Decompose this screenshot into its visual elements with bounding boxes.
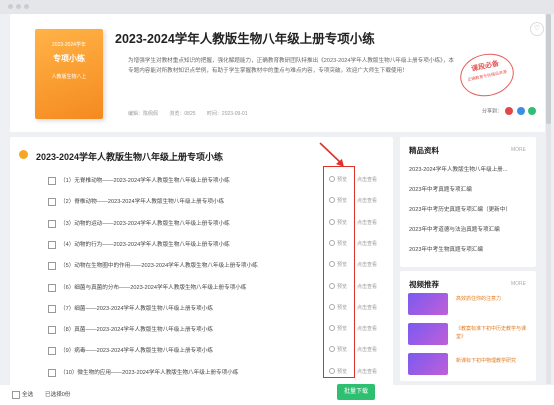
featured-more-link[interactable]: MORE xyxy=(511,147,526,153)
list-heading-icon xyxy=(19,150,28,159)
view-link[interactable]: 点击查看 xyxy=(357,304,377,311)
video-thumbnail[interactable] xyxy=(408,353,448,375)
featured-item[interactable]: 2023年中考生物真题专项汇编 xyxy=(409,245,531,253)
arrow-annotation-icon xyxy=(319,142,344,167)
item-title[interactable]: （8）真菌——2023-2024学年人教版生物八年级上册专项小练 xyxy=(60,325,213,333)
views-text: 浏览：0825 xyxy=(169,111,196,117)
item-title[interactable]: （2）脊椎动物——2023-2024学年人教版生物八年级上册专项小练 xyxy=(60,197,224,205)
item-checkbox[interactable] xyxy=(48,177,56,185)
view-link[interactable]: 点击查看 xyxy=(357,176,377,183)
resource-header: 2023-2024学年 专项小练 人教版生物八上 2023-2024学年人教版生… xyxy=(10,14,545,132)
item-checkbox[interactable] xyxy=(48,240,56,249)
item-title[interactable]: （3）动物的运动——2023-2024学年人教版生物八年级上册专项小练 xyxy=(60,219,230,227)
featured-item[interactable]: 2023年中考历史真题专项汇编（更新中） xyxy=(409,205,531,213)
scrollbar-thumb[interactable] xyxy=(546,14,551,124)
item-checkbox[interactable] xyxy=(48,283,56,292)
view-link[interactable]: 点击查看 xyxy=(357,368,377,375)
bottom-toolbar: 全选 已选择0份 批量下载 xyxy=(0,384,554,405)
select-all-label[interactable]: 全选 xyxy=(22,390,33,398)
featured-item[interactable]: 2023年中考道德与法治真题专项汇编 xyxy=(409,225,531,233)
select-all-checkbox[interactable] xyxy=(12,391,20,399)
item-title[interactable]: （5）动物在生物圈中的作用——2023-2024学年人教版生物八年级上册专项小练 xyxy=(60,261,258,269)
video-title[interactable]: 新课标下初中物理教学研究 xyxy=(456,357,532,365)
item-title[interactable]: （1）无脊椎动物——2023-2024学年人教版生物八年级上册专项小练 xyxy=(60,176,230,184)
item-checkbox[interactable] xyxy=(48,326,56,335)
date-text: 时间：2023-09-01 xyxy=(206,111,248,117)
item-title[interactable]: （9）病毒——2023-2024学年人教版生物八年级上册专项小练 xyxy=(60,346,213,354)
view-link[interactable]: 点击查看 xyxy=(357,283,377,290)
author-text: 编辑：陈佩佩 xyxy=(128,111,159,117)
view-link[interactable]: 点击查看 xyxy=(357,219,377,226)
quality-stamp: 课段必备 正确教育专供精品资源 xyxy=(456,48,518,102)
item-checkbox[interactable] xyxy=(48,219,56,228)
cover-line-1: 2023-2024学年 xyxy=(52,42,86,48)
item-title[interactable]: （10）微生物的应用——2023-2024学年人教版生物八年级上册专项小练 xyxy=(60,368,238,376)
resource-meta: 编辑：陈佩佩 浏览：0825 时间：2023-09-01 xyxy=(128,110,258,117)
item-title[interactable]: （4）动物的行为——2023-2024学年人教版生物八年级上册专项小练 xyxy=(60,240,230,248)
list-heading: 2023-2024学年人教版生物八年级上册专项小练 xyxy=(36,152,224,162)
share-bar: 分享到： xyxy=(482,107,537,115)
view-link[interactable]: 点击查看 xyxy=(357,261,377,268)
resource-description: 为增强学生对教材重点知识的把握，强化解题能力，正确教育教研团队特推出《2023-… xyxy=(128,58,455,74)
scrollbar[interactable] xyxy=(546,14,551,384)
page-title: 2023-2024学年人教版生物八年级上册专项小练 xyxy=(115,32,375,46)
video-thumbnail[interactable] xyxy=(408,293,448,315)
featured-item[interactable]: 2023年中考真题专项汇编 xyxy=(409,185,531,193)
view-link[interactable]: 点击查看 xyxy=(357,197,377,204)
cover-line-2: 专项小练 xyxy=(53,54,85,63)
view-link[interactable]: 点击查看 xyxy=(357,240,377,247)
item-checkbox[interactable] xyxy=(48,347,56,356)
highlight-box xyxy=(323,166,355,378)
featured-item[interactable]: 2023-2024学年人教版生物八年级上册... xyxy=(409,165,531,173)
item-checkbox[interactable] xyxy=(48,262,56,271)
video-thumbnail[interactable] xyxy=(408,323,448,345)
video-more-link[interactable]: MORE xyxy=(511,281,526,287)
view-link[interactable]: 点击查看 xyxy=(357,325,377,332)
item-checkbox[interactable] xyxy=(48,304,56,313)
wechat-icon[interactable] xyxy=(528,107,537,115)
window-dot-icon xyxy=(24,4,29,9)
weibo-icon[interactable] xyxy=(505,107,514,115)
item-title[interactable]: （7）细菌——2023-2024学年人教版生物八年级上册专项小练 xyxy=(60,304,213,312)
video-title[interactable]: 《教案标准下初中历史教学与课堂》 xyxy=(456,325,532,341)
video-panel: 视频推荐 MORE 高效抓住你的注意力 《教案标准下初中历史教学与课堂》 新课标… xyxy=(400,271,536,381)
book-cover: 2023-2024学年 专项小练 人教版生物八上 xyxy=(35,29,103,119)
item-title[interactable]: （6）细菌与真菌的分布——2023-2024学年人教版生物八年级上册专项小练 xyxy=(60,283,247,291)
cover-line-3: 人教版生物八上 xyxy=(51,74,87,80)
window-dot-icon xyxy=(8,4,13,9)
window-dot-icon xyxy=(16,4,21,9)
window-titlebar xyxy=(0,0,554,14)
selected-count: 已选择0份 xyxy=(45,392,71,398)
item-checkbox[interactable] xyxy=(48,198,56,207)
video-heading: 视频推荐 xyxy=(409,280,439,289)
video-title[interactable]: 高效抓住你的注意力 xyxy=(456,295,532,303)
favorite-icon[interactable]: ♡ xyxy=(530,22,544,36)
featured-heading: 精品资料 xyxy=(409,146,439,155)
item-checkbox[interactable] xyxy=(48,368,56,377)
view-link[interactable]: 点击查看 xyxy=(357,346,377,353)
featured-panel: 精品资料 MORE 2023-2024学年人教版生物八年级上册... 2023年… xyxy=(400,137,536,267)
batch-download-button[interactable]: 批量下载 xyxy=(337,384,375,400)
share-label: 分享到： xyxy=(482,108,503,115)
qq-icon[interactable] xyxy=(516,107,525,115)
